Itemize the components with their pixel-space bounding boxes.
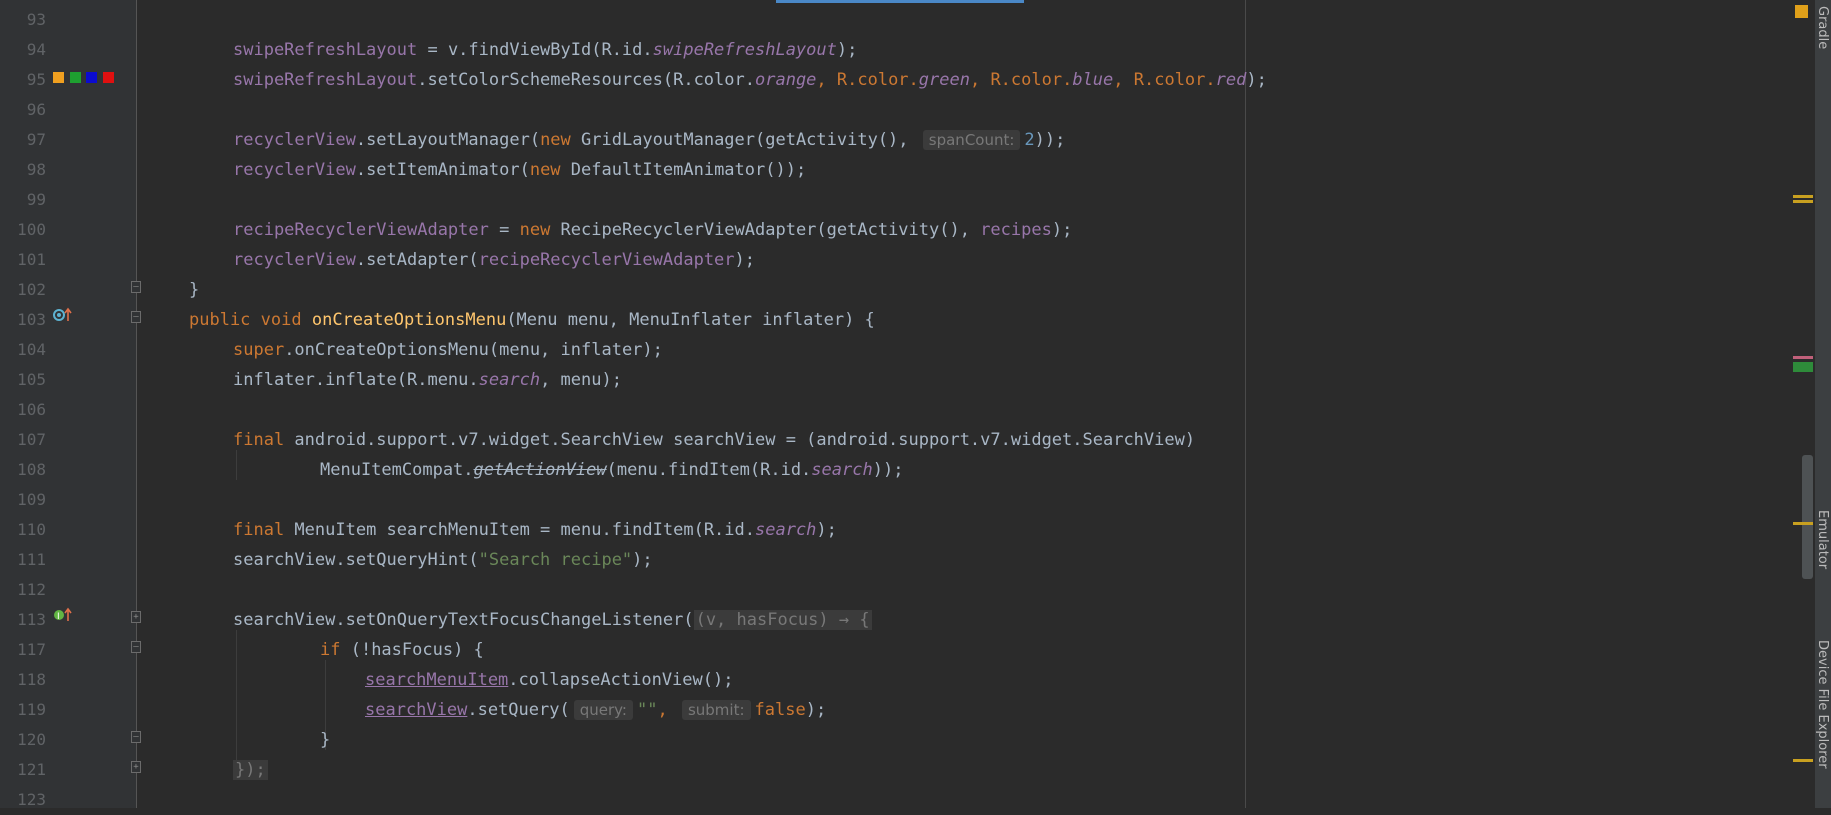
- code-line-107[interactable]: final android.support.v7.widget.SearchVi…: [233, 425, 1195, 455]
- folded-lambda[interactable]: (v, hasFocus) → {: [693, 610, 872, 630]
- code-line-98[interactable]: recyclerView.setItemAnimator(new Default…: [233, 155, 806, 185]
- vertical-scrollbar[interactable]: [1801, 0, 1815, 808]
- code-line-103[interactable]: public void onCreateOptionsMenu(Menu men…: [189, 305, 875, 335]
- code-line-97[interactable]: recyclerView.setLayoutManager(new GridLa…: [233, 125, 1065, 155]
- code-line-121[interactable]: });: [233, 755, 268, 785]
- line-number: 105: [17, 370, 46, 389]
- line-number: 106: [17, 400, 46, 419]
- fold-marker-icon[interactable]: –: [131, 641, 141, 653]
- param-hint: spanCount:: [922, 130, 1021, 150]
- code-line-101[interactable]: recyclerView.setAdapter(recipeRecyclerVi…: [233, 245, 755, 275]
- code-line-95[interactable]: swipeRefreshLayout.setColorSchemeResourc…: [233, 65, 1267, 95]
- line-number: 117: [17, 640, 46, 659]
- code-line-111[interactable]: searchView.setQueryHint("Search recipe")…: [233, 545, 653, 575]
- emulator-tool-tab[interactable]: Emulator: [1815, 510, 1830, 569]
- override-method-icon[interactable]: [53, 305, 73, 335]
- device-file-explorer-tool-tab[interactable]: Device File Explorer: [1815, 640, 1830, 769]
- line-number: 111: [17, 550, 46, 569]
- line-number: 121: [17, 760, 46, 779]
- line-number: 97: [26, 130, 46, 149]
- scroll-marker[interactable]: [1793, 356, 1813, 359]
- code-line-94[interactable]: swipeRefreshLayout = v.findViewById(R.id…: [233, 35, 857, 65]
- scroll-marker[interactable]: [1793, 759, 1813, 762]
- line-number: 109: [17, 490, 46, 509]
- scroll-marker[interactable]: [1793, 362, 1813, 372]
- param-hint: submit:: [681, 700, 751, 720]
- line-number: 120: [17, 730, 46, 749]
- param-hint: query:: [573, 700, 633, 720]
- fold-marker-icon[interactable]: –: [131, 281, 141, 293]
- line-number: 112: [17, 580, 46, 599]
- code-line-117[interactable]: if (!hasFocus) {: [320, 635, 484, 665]
- code-line-118[interactable]: searchMenuItem.collapseActionView();: [365, 665, 733, 695]
- active-tab-indicator: [776, 0, 1024, 3]
- line-number: 100: [17, 220, 46, 239]
- code-line-120[interactable]: }: [320, 725, 330, 755]
- line-number: 98: [26, 160, 46, 179]
- line-number: 93: [26, 10, 46, 29]
- color-swatch-orange[interactable]: [53, 72, 64, 83]
- line-number: 95: [26, 70, 46, 89]
- code-line-100[interactable]: recipeRecyclerViewAdapter = new RecipeRe…: [233, 215, 1072, 245]
- color-swatch-blue[interactable]: [86, 72, 97, 83]
- line-number: 96: [26, 100, 46, 119]
- implement-method-icon[interactable]: I: [53, 605, 73, 635]
- gradle-tool-tab[interactable]: Gradle: [1815, 6, 1830, 49]
- fold-marker-icon[interactable]: –: [131, 731, 141, 743]
- line-number: 94: [26, 40, 46, 59]
- line-number: 104: [17, 340, 46, 359]
- line-number: 99: [26, 190, 46, 209]
- line-number: 103: [17, 310, 46, 329]
- scroll-marker[interactable]: [1793, 200, 1813, 203]
- line-number: 107: [17, 430, 46, 449]
- code-line-105[interactable]: inflater.inflate(R.menu.search, menu);: [233, 365, 622, 395]
- warning-indicator-icon[interactable]: [1795, 5, 1808, 18]
- code-line-104[interactable]: super.onCreateOptionsMenu(menu, inflater…: [233, 335, 663, 365]
- code-line-119[interactable]: searchView.setQuery(query: "", submit: fal…: [365, 695, 826, 725]
- code-line-113[interactable]: searchView.setOnQueryTextFocusChangeList…: [233, 605, 872, 635]
- line-number: 119: [17, 700, 46, 719]
- fold-marker-icon[interactable]: +: [131, 611, 141, 623]
- line-number: 102: [17, 280, 46, 299]
- code-line-102[interactable]: }: [189, 275, 199, 305]
- fold-marker-icon[interactable]: –: [131, 311, 141, 323]
- line-number: 110: [17, 520, 46, 539]
- line-number: 108: [17, 460, 46, 479]
- code-line-108[interactable]: MenuItemCompat.getActionView(menu.findIt…: [320, 455, 903, 485]
- color-swatch-red[interactable]: [103, 72, 114, 83]
- code-line-110[interactable]: final MenuItem searchMenuItem = menu.fin…: [233, 515, 837, 545]
- color-swatch-green[interactable]: [70, 72, 81, 83]
- scrollbar-thumb[interactable]: [1802, 455, 1813, 579]
- line-number: 101: [17, 250, 46, 269]
- line-number: 118: [17, 670, 46, 689]
- scroll-marker[interactable]: [1793, 522, 1813, 525]
- right-margin-guide: [1245, 0, 1246, 808]
- scroll-marker[interactable]: [1793, 195, 1813, 198]
- fold-marker-icon[interactable]: +: [131, 761, 141, 773]
- line-number: 113: [17, 610, 46, 629]
- line-number: 123: [17, 790, 46, 809]
- svg-text:I: I: [57, 612, 60, 622]
